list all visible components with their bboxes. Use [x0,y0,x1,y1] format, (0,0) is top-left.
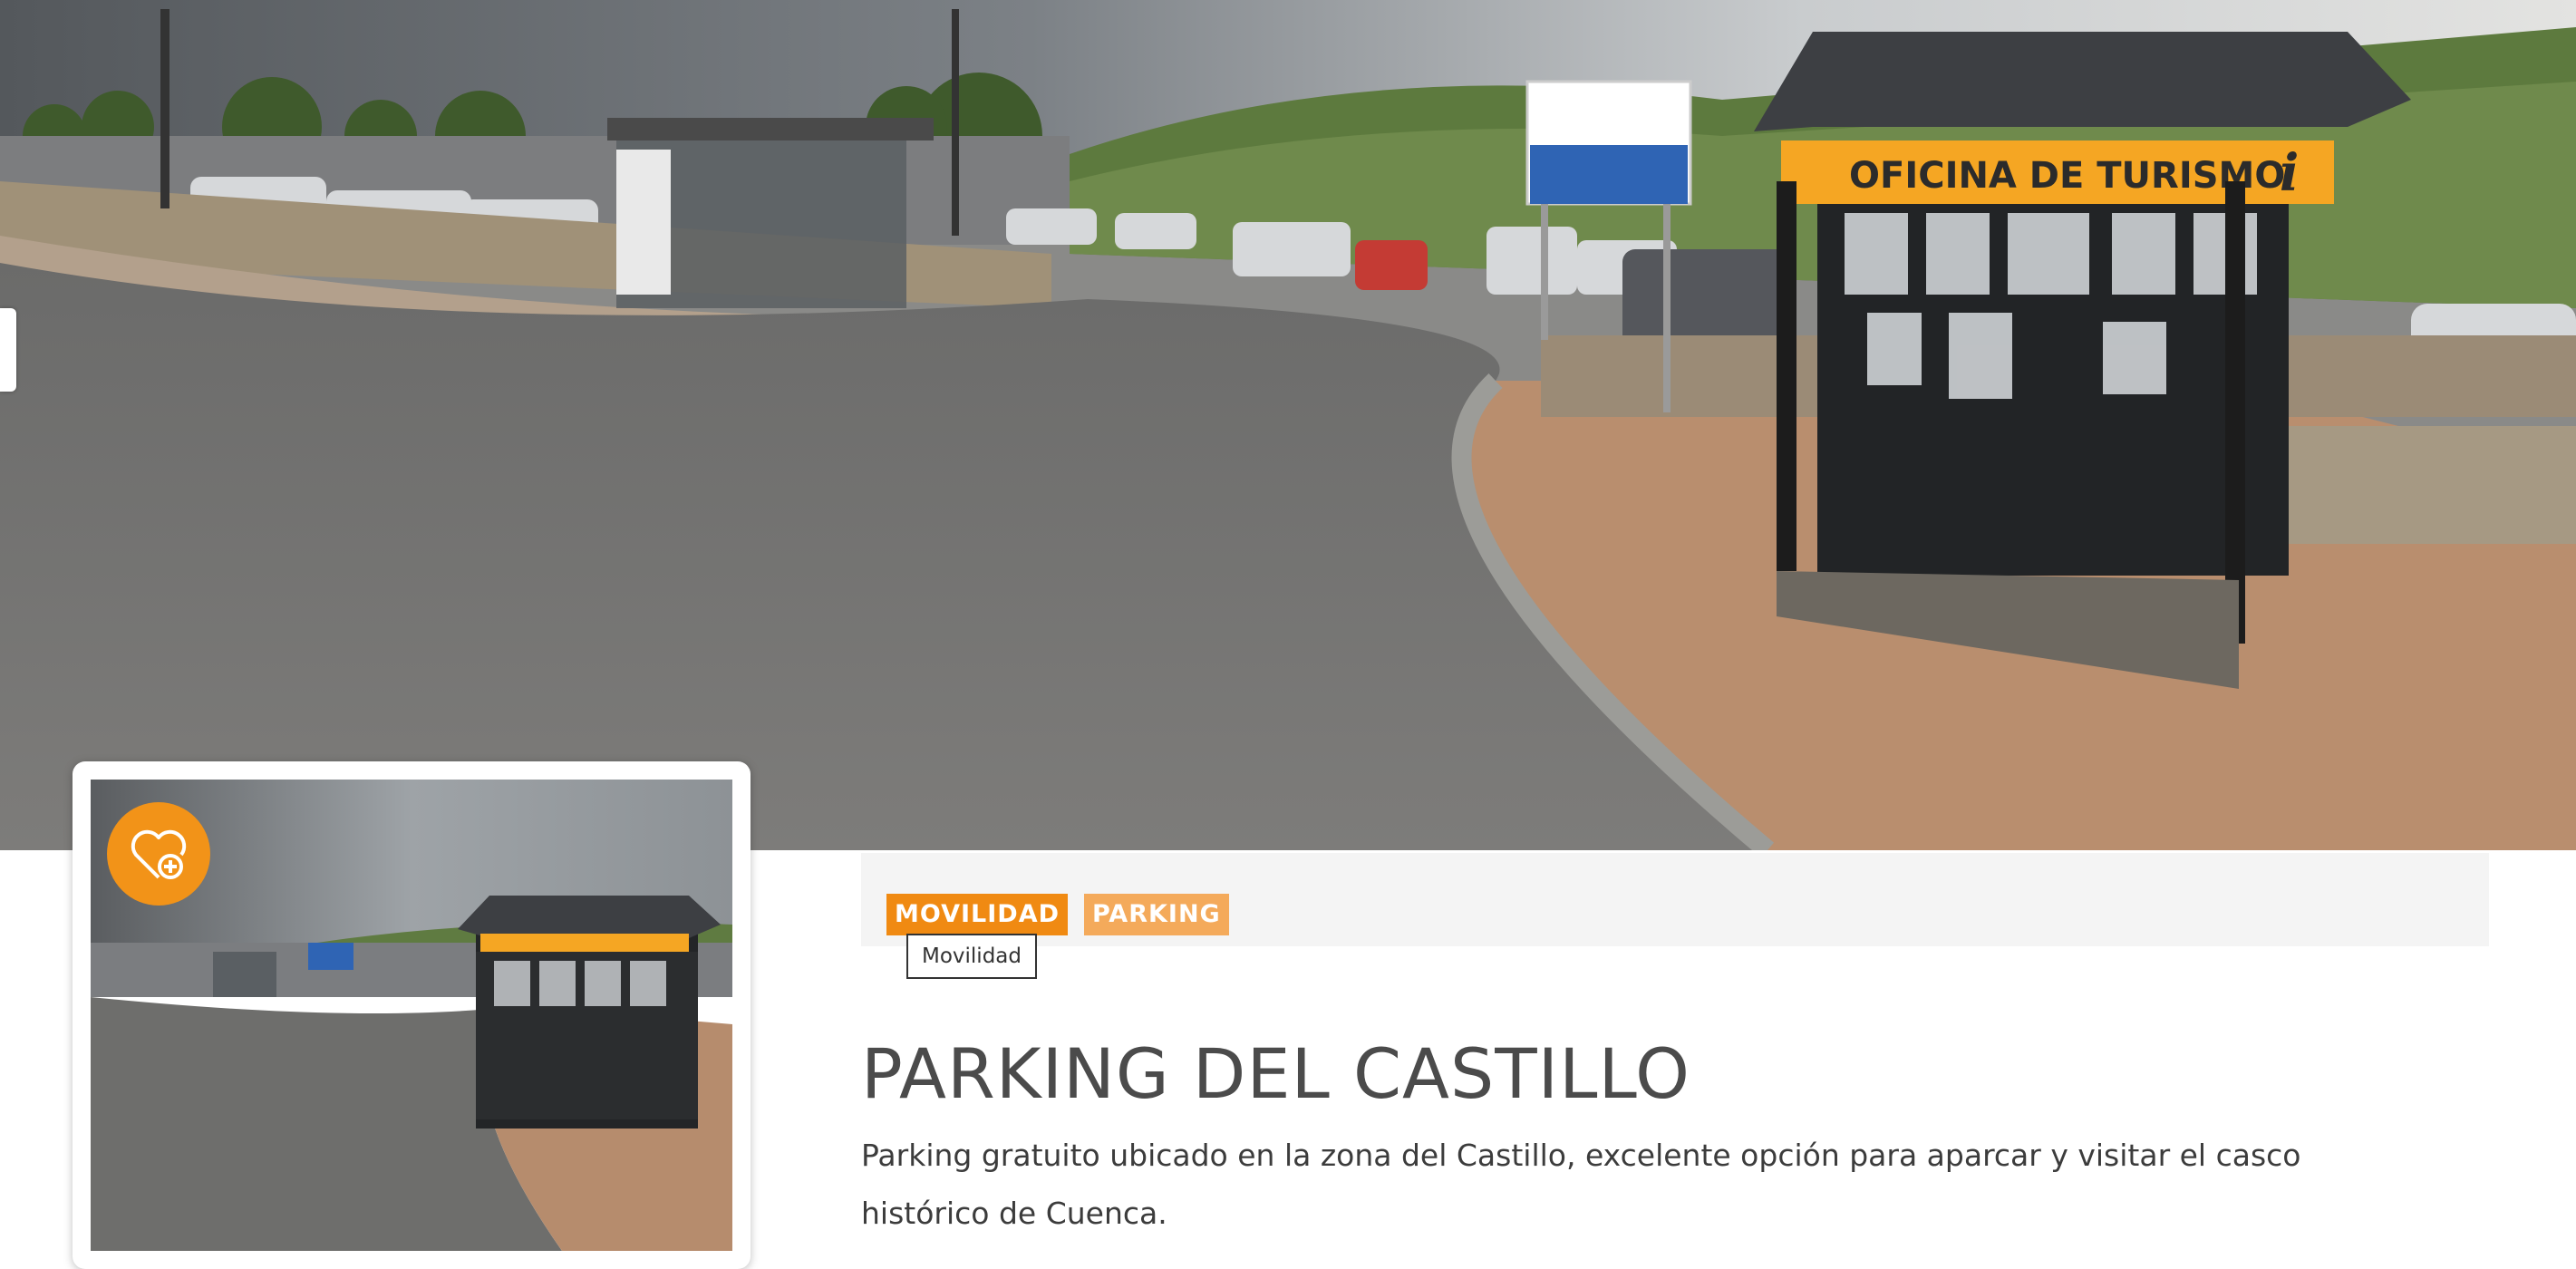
hero-photo: OFICINA DE TURISMO i [0,0,2576,850]
kiosk-sign-text: OFICINA DE TURISMO [1849,155,2285,197]
tag-tooltip: Movilidad [906,934,1037,979]
page-title: PARKING DEL CASTILLO [861,1033,1690,1114]
heart-plus-icon [131,829,187,879]
kiosk-info-glyph: i [2280,143,2299,203]
favorite-button[interactable] [107,802,210,906]
hero-image: OFICINA DE TURISMO i [0,0,2576,850]
tag-movilidad[interactable]: MOVILIDAD [886,894,1069,935]
tag-parking[interactable]: PARKING [1084,894,1229,935]
page-description: Parking gratuito ubicado en la zona del … [861,1138,2301,1231]
side-scroll-handle[interactable] [0,308,16,392]
